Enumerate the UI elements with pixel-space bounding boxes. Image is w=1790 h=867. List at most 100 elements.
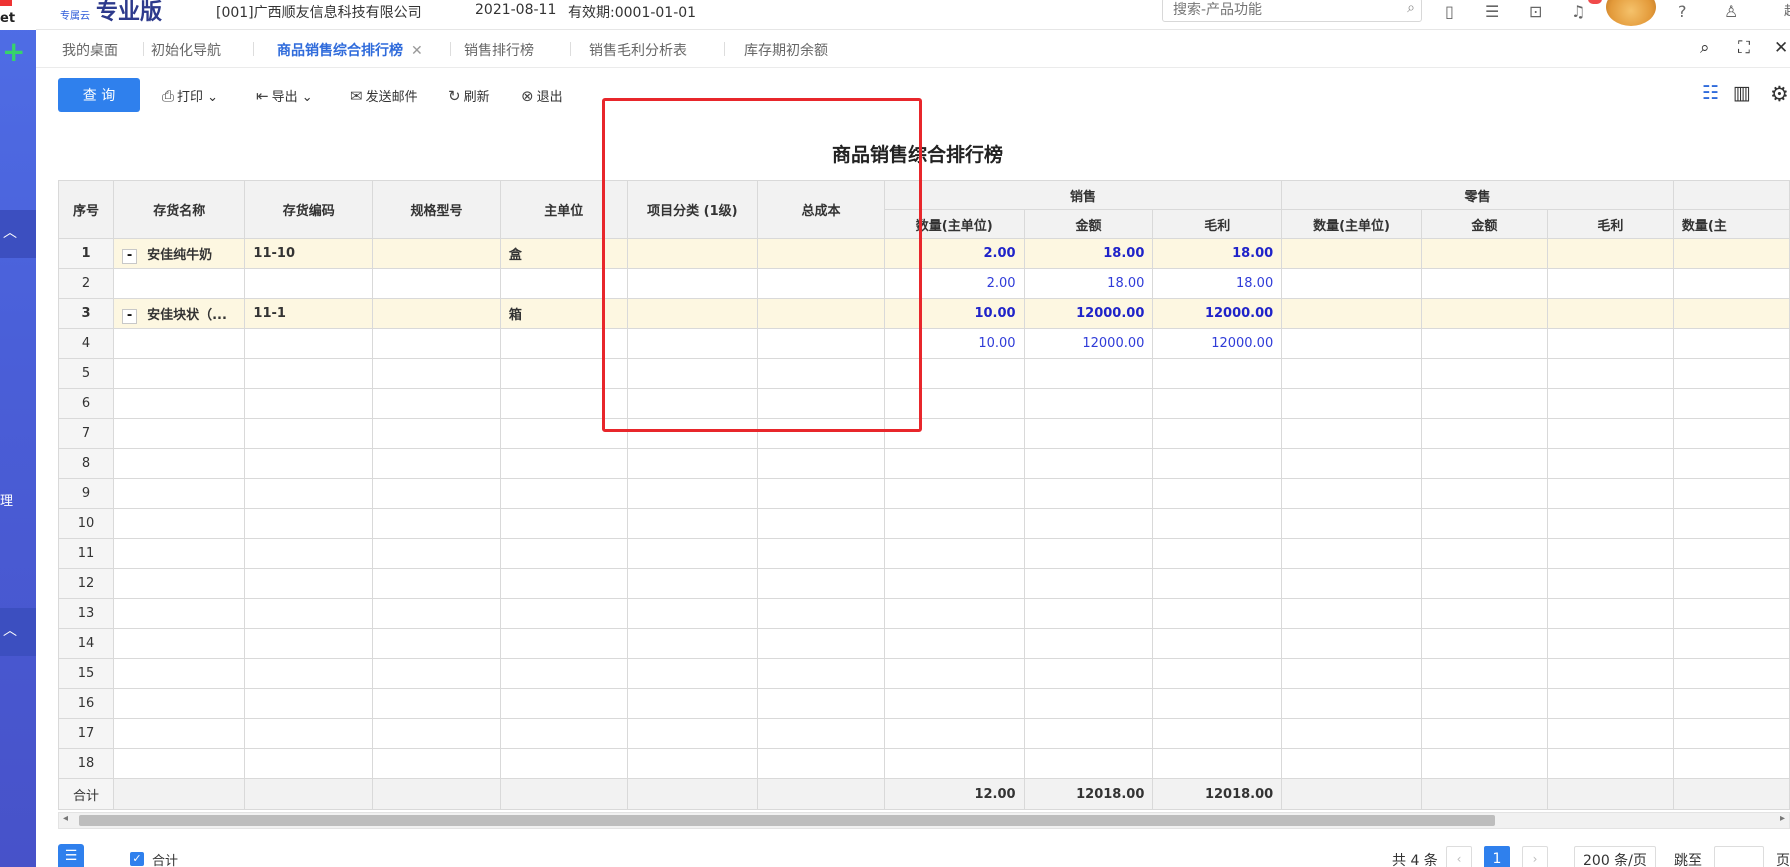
table-row[interactable]: 6 bbox=[57, 388, 1790, 419]
header-item-code[interactable]: 存货编码 bbox=[244, 180, 374, 239]
search-box[interactable]: ⌕ bbox=[1162, 0, 1422, 22]
exit-button[interactable]: ⊗ 退出 bbox=[521, 86, 563, 105]
prev-page-button[interactable]: ‹ bbox=[1446, 846, 1472, 867]
export-button[interactable]: ⇤ 导出 ⌄ bbox=[256, 86, 313, 105]
tab-sales-ranking[interactable]: 销售排行榜 bbox=[464, 40, 534, 60]
header-unit[interactable]: 主单位 bbox=[499, 180, 628, 239]
jump-page-input[interactable] bbox=[1714, 846, 1764, 867]
send-mail-button[interactable]: ✉ 发送邮件 bbox=[350, 86, 418, 105]
header-spec[interactable]: 规格型号 bbox=[372, 180, 501, 239]
list-view-icon[interactable]: ☷ bbox=[1702, 82, 1719, 104]
tab-gross-profit[interactable]: 销售毛利分析表 bbox=[589, 40, 687, 60]
collapse-icon[interactable]: - bbox=[122, 308, 138, 324]
checklist-icon[interactable]: ☰ bbox=[1485, 2, 1499, 21]
total-cost-cell bbox=[757, 268, 885, 299]
row-index: 6 bbox=[57, 388, 115, 419]
header-retail-qty[interactable]: 数量(主单位) bbox=[1281, 209, 1422, 239]
table-row[interactable]: 3- 安佳块状（... 11-1 箱 10.00 12000.00 12000.00 bbox=[57, 298, 1790, 329]
bell-icon[interactable]: ♫ bbox=[1571, 2, 1585, 21]
next-page-button[interactable]: › bbox=[1522, 846, 1548, 867]
table-row[interactable]: 13 bbox=[57, 598, 1790, 629]
print-button[interactable]: ⎙ 打印 ⌄ bbox=[162, 86, 218, 105]
search-icon[interactable]: ⌕ bbox=[1700, 38, 1710, 58]
header-next-qty[interactable]: 数量(主 bbox=[1672, 209, 1790, 239]
next-qty-cell bbox=[1672, 718, 1790, 749]
table-row[interactable]: 14 bbox=[57, 628, 1790, 659]
scroll-left-icon[interactable]: ◂ bbox=[63, 813, 68, 824]
table-row[interactable]: 18 bbox=[57, 748, 1790, 779]
search-input[interactable] bbox=[1163, 0, 1383, 21]
table-row[interactable]: 1- 安佳纯牛奶 11-10 盒 2.00 18.00 18.00 bbox=[57, 238, 1790, 269]
sales-qty-cell bbox=[883, 478, 1025, 509]
page-size-select[interactable]: 200 条/页 ⌄ bbox=[1574, 846, 1656, 867]
page-button-current[interactable]: 1 bbox=[1484, 846, 1510, 867]
table-row[interactable]: 16 bbox=[57, 688, 1790, 719]
sales-qty-cell bbox=[883, 358, 1025, 389]
category-cell bbox=[626, 568, 759, 599]
unit-cell bbox=[499, 658, 628, 689]
chevron-up-icon[interactable]: ︿ bbox=[3, 620, 17, 640]
search-icon[interactable]: ⌕ bbox=[1407, 0, 1415, 16]
tab-my-desktop[interactable]: 我的桌面 bbox=[62, 40, 118, 60]
item-name-cell bbox=[113, 718, 246, 749]
sales-profit-cell bbox=[1152, 658, 1283, 689]
close-icon[interactable]: ✕ bbox=[411, 43, 423, 59]
header-index[interactable]: 序号 bbox=[57, 180, 115, 239]
header-category[interactable]: 项目分类 (1级) bbox=[626, 180, 759, 239]
table-row[interactable]: 11 bbox=[57, 538, 1790, 569]
add-icon[interactable]: + bbox=[2, 38, 25, 66]
retail-profit-cell bbox=[1546, 448, 1674, 479]
header-sales-qty[interactable]: 数量(主单位) bbox=[883, 209, 1025, 239]
unit-cell bbox=[499, 268, 628, 299]
message-icon[interactable]: ⊡ bbox=[1529, 2, 1542, 21]
header-retail-amount[interactable]: 金额 bbox=[1420, 209, 1548, 239]
row-index: 8 bbox=[57, 448, 115, 479]
table-row[interactable]: 17 bbox=[57, 718, 1790, 749]
user-icon[interactable]: ♙ bbox=[1724, 2, 1738, 21]
gear-icon[interactable]: ⚙ bbox=[1770, 82, 1789, 106]
table-row[interactable]: 9 bbox=[57, 478, 1790, 509]
column-settings-button[interactable]: ☰ bbox=[58, 844, 84, 867]
user-name[interactable]: 赵 bbox=[1784, 0, 1790, 19]
item-code-cell: 11-10 bbox=[244, 238, 374, 269]
table-row[interactable]: 10 bbox=[57, 508, 1790, 539]
table-row[interactable]: 8 bbox=[57, 448, 1790, 479]
header-item-name[interactable]: 存货名称 bbox=[113, 180, 246, 239]
scrollbar-thumb[interactable] bbox=[79, 815, 1495, 826]
tab-init-guide[interactable]: 初始化导航 bbox=[151, 40, 221, 60]
query-button[interactable]: 查 询 bbox=[58, 78, 140, 112]
header-total-cost[interactable]: 总成本 bbox=[757, 180, 885, 239]
avatar[interactable] bbox=[1606, 0, 1656, 26]
table-row[interactable]: 4 10.00 12000.00 12000.00 bbox=[57, 328, 1790, 359]
collapse-icon[interactable]: - bbox=[122, 248, 138, 264]
tab-sales-ranking-summary[interactable]: 商品销售综合排行榜 ✕ bbox=[275, 40, 447, 71]
retail-qty-cell bbox=[1281, 328, 1422, 359]
refresh-button[interactable]: ↻ 刷新 bbox=[448, 86, 490, 105]
next-qty-cell bbox=[1672, 478, 1790, 509]
horizontal-scrollbar[interactable]: ◂ ▸ bbox=[58, 812, 1790, 829]
tab-inventory-opening[interactable]: 库存期初余额 bbox=[744, 40, 828, 60]
category-cell bbox=[626, 748, 759, 779]
item-code-cell bbox=[244, 568, 374, 599]
left-rail: et + ︿ 理 ︿ bbox=[0, 0, 36, 867]
close-icon[interactable]: ✕ bbox=[1774, 38, 1788, 58]
fullscreen-icon[interactable]: ⛶ bbox=[1738, 38, 1750, 58]
table-row[interactable]: 2 2.00 18.00 18.00 bbox=[57, 268, 1790, 299]
total-checkbox[interactable]: ✓ bbox=[130, 852, 144, 866]
scroll-right-icon[interactable]: ▸ bbox=[1780, 813, 1785, 824]
sales-qty-cell bbox=[883, 388, 1025, 419]
calculator-icon[interactable]: ▯ bbox=[1445, 2, 1454, 21]
chevron-up-icon[interactable]: ︿ bbox=[3, 222, 17, 242]
table-row[interactable]: 12 bbox=[57, 568, 1790, 599]
help-icon[interactable]: ? bbox=[1678, 2, 1687, 21]
table-row[interactable]: 5 bbox=[57, 358, 1790, 389]
header-sales-amount[interactable]: 金额 bbox=[1023, 209, 1154, 239]
chart-view-icon[interactable]: ▥ bbox=[1733, 82, 1751, 104]
spec-cell bbox=[372, 328, 501, 359]
table-row[interactable]: 15 bbox=[57, 658, 1790, 689]
header-retail-profit[interactable]: 毛利 bbox=[1546, 209, 1674, 239]
spec-cell bbox=[372, 688, 501, 719]
report-title: 商品销售综合排行榜 bbox=[832, 144, 1004, 166]
header-sales-profit[interactable]: 毛利 bbox=[1152, 209, 1283, 239]
table-row[interactable]: 7 bbox=[57, 418, 1790, 449]
